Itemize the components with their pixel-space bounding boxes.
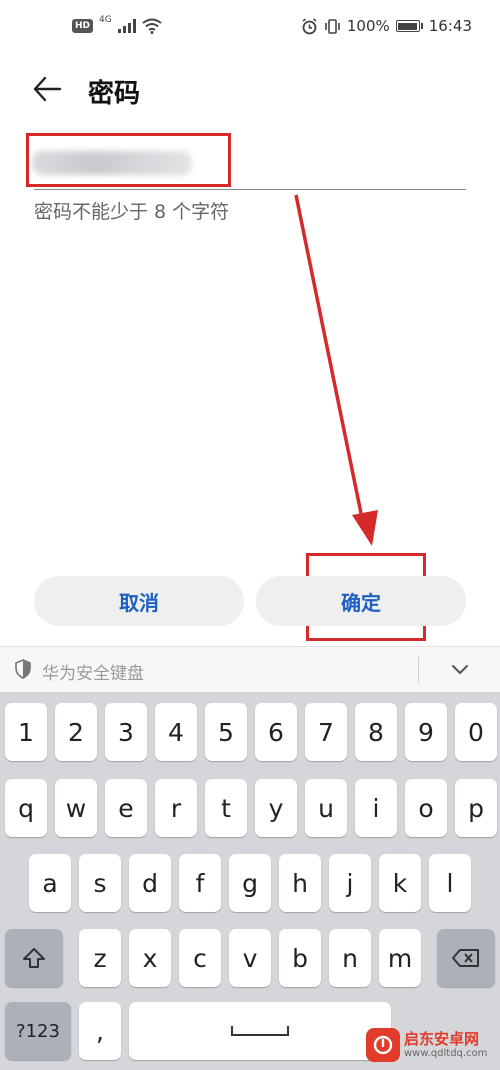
status-right: 100% 16:43 xyxy=(301,17,472,35)
key-i[interactable]: i xyxy=(355,779,397,837)
key-8[interactable]: 8 xyxy=(355,703,397,761)
shift-arrow-icon xyxy=(23,948,45,968)
back-arrow-icon[interactable] xyxy=(32,76,62,102)
key-d[interactable]: d xyxy=(129,854,171,912)
watermark-logo-icon xyxy=(366,1028,400,1062)
key-j[interactable]: j xyxy=(329,854,371,912)
key-f[interactable]: f xyxy=(179,854,221,912)
key-o[interactable]: o xyxy=(405,779,447,837)
key-x[interactable]: x xyxy=(129,929,171,987)
backspace-key[interactable] xyxy=(437,929,495,987)
key-v[interactable]: v xyxy=(229,929,271,987)
key-7[interactable]: 7 xyxy=(305,703,347,761)
key-l[interactable]: l xyxy=(429,854,471,912)
shield-icon xyxy=(15,659,31,679)
key-e[interactable]: e xyxy=(105,779,147,837)
watermark-url: www.qdltdq.com xyxy=(404,1047,488,1059)
wifi-icon xyxy=(142,18,162,34)
keyboard-title: 华为安全键盘 xyxy=(42,664,144,684)
key-m[interactable]: m xyxy=(379,929,421,987)
key-4[interactable]: 4 xyxy=(155,703,197,761)
page-title: 密码 xyxy=(88,79,141,109)
key-p[interactable]: p xyxy=(455,779,497,837)
password-hint: 密码不能少于 8 个字符 xyxy=(34,201,230,223)
clock: 16:43 xyxy=(428,17,472,35)
key-w[interactable]: w xyxy=(55,779,97,837)
comma-key[interactable]: , xyxy=(79,1002,121,1060)
key-3[interactable]: 3 xyxy=(105,703,147,761)
cancel-button[interactable]: 取消 xyxy=(34,576,244,626)
key-c[interactable]: c xyxy=(179,929,221,987)
key-a[interactable]: a xyxy=(29,854,71,912)
password-underline xyxy=(34,189,466,190)
app-header: 密码 xyxy=(0,64,500,114)
watermark-name: 启东安卓网 xyxy=(404,1030,480,1049)
key-n[interactable]: n xyxy=(329,929,371,987)
network-type: 4G xyxy=(99,15,112,25)
key-9[interactable]: 9 xyxy=(405,703,447,761)
key-5[interactable]: 5 xyxy=(205,703,247,761)
shift-key[interactable] xyxy=(5,929,63,987)
keyboard: 1 2 3 4 5 6 7 8 9 0 q w e r t y u i o p a s d f g h j k l z x c v b n m ?123… xyxy=(0,692,500,1070)
confirm-button[interactable]: 确定 xyxy=(256,576,466,626)
key-z[interactable]: z xyxy=(79,929,121,987)
vibrate-icon xyxy=(325,18,340,34)
battery-percent: 100% xyxy=(346,17,390,35)
annotation-box-password xyxy=(26,133,231,187)
key-0[interactable]: 0 xyxy=(455,703,497,761)
key-6[interactable]: 6 xyxy=(255,703,297,761)
key-s[interactable]: s xyxy=(79,854,121,912)
backspace-icon xyxy=(452,949,479,967)
hd-badge: HD xyxy=(72,19,94,33)
battery-icon xyxy=(395,20,423,32)
key-2[interactable]: 2 xyxy=(55,703,97,761)
keyboard-header-divider xyxy=(418,657,419,683)
alarm-icon xyxy=(302,17,317,34)
key-y[interactable]: y xyxy=(255,779,297,837)
site-watermark: 启东安卓网 www.qdltdq.com xyxy=(360,1020,500,1070)
key-r[interactable]: r xyxy=(155,779,197,837)
key-k[interactable]: k xyxy=(379,854,421,912)
status-left: HD 4G xyxy=(72,15,162,34)
key-g[interactable]: g xyxy=(229,854,271,912)
key-t[interactable]: t xyxy=(205,779,247,837)
status-bar: HD 4G 100% 16:43 xyxy=(0,0,500,60)
signal-icon xyxy=(117,19,136,33)
symbols-mode-key[interactable]: ?123 xyxy=(5,1002,71,1060)
key-b[interactable]: b xyxy=(279,929,321,987)
key-h[interactable]: h xyxy=(279,854,321,912)
chevron-down-icon[interactable] xyxy=(450,661,470,677)
key-u[interactable]: u xyxy=(305,779,347,837)
key-q[interactable]: q xyxy=(5,779,47,837)
space-bar-icon xyxy=(231,1026,289,1036)
space-key[interactable] xyxy=(129,1002,391,1060)
keyboard-header: 华为安全键盘 xyxy=(0,646,500,692)
key-1[interactable]: 1 xyxy=(5,703,47,761)
